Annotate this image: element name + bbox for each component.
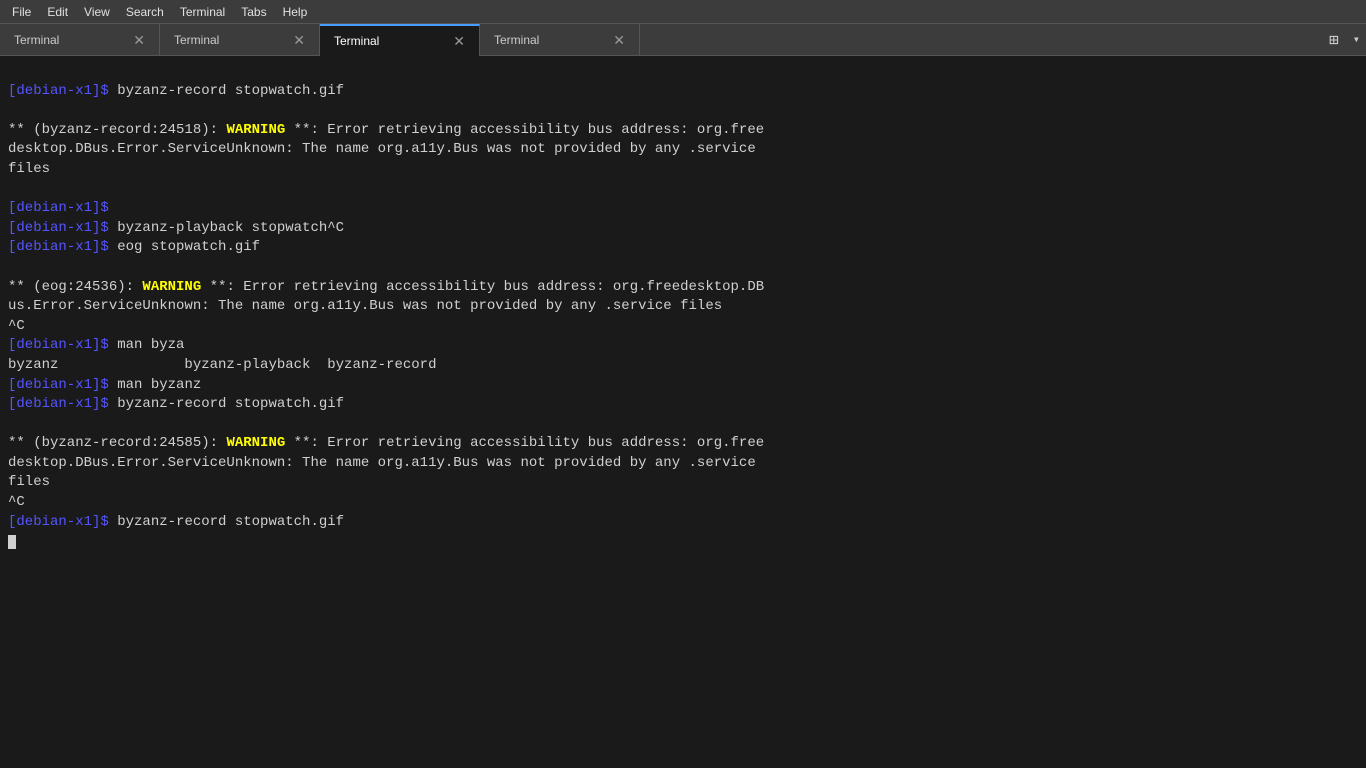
prompt-8: [debian-x1]$ bbox=[8, 514, 109, 530]
tab-4[interactable]: Terminal ✕ bbox=[480, 24, 640, 55]
cmd-3: byzanz-playback stopwatch^C bbox=[109, 220, 344, 236]
menu-tabs[interactable]: Tabs bbox=[233, 3, 274, 21]
warn-line-1a: ** (byzanz-record:24518): bbox=[8, 122, 226, 138]
cmd-5: man byza bbox=[109, 337, 185, 353]
prompt-2: [debian-x1]$ bbox=[8, 200, 109, 216]
cmd-7: byzanz-record stopwatch.gif bbox=[109, 396, 344, 412]
prompt-5: [debian-x1]$ bbox=[8, 337, 109, 353]
terminal-cursor bbox=[8, 535, 16, 549]
terminal-content[interactable]: [debian-x1]$ byzanz-record stopwatch.gif… bbox=[0, 56, 1366, 768]
prompt-7: [debian-x1]$ bbox=[8, 396, 109, 412]
new-tab-button[interactable]: ⊞ bbox=[1321, 24, 1347, 55]
warning-3: WARNING bbox=[226, 435, 285, 451]
tabbar: Terminal ✕ Terminal ✕ Terminal ✕ Termina… bbox=[0, 24, 1366, 56]
warn-line-2a: ** (eog:24536): bbox=[8, 279, 142, 295]
warning-1: WARNING bbox=[226, 122, 285, 138]
autocomplete-line: byzanz byzanz-playback byzanz-record bbox=[8, 357, 436, 373]
prompt-3: [debian-x1]$ bbox=[8, 220, 109, 236]
tab-3-label: Terminal bbox=[334, 34, 379, 48]
tab-4-close[interactable]: ✕ bbox=[613, 33, 625, 47]
ctrl-c-1: ^C bbox=[8, 318, 25, 334]
menubar: File Edit View Search Terminal Tabs Help bbox=[0, 0, 1366, 24]
cmd-8: byzanz-record stopwatch.gif bbox=[109, 514, 344, 530]
tab-3[interactable]: Terminal ✕ bbox=[320, 24, 480, 55]
tab-3-close[interactable]: ✕ bbox=[453, 34, 465, 48]
warn-line-3d: files bbox=[8, 474, 50, 490]
warn-line-2c: us.Error.ServiceUnknown: The name org.a1… bbox=[8, 298, 722, 314]
tab-1-close[interactable]: ✕ bbox=[133, 33, 145, 47]
warning-2: WARNING bbox=[142, 279, 201, 295]
warn-line-1b: **: Error retrieving accessibility bus a… bbox=[285, 122, 764, 138]
menu-terminal[interactable]: Terminal bbox=[172, 3, 233, 21]
menu-search[interactable]: Search bbox=[118, 3, 172, 21]
menu-view[interactable]: View bbox=[76, 3, 118, 21]
tab-1-label: Terminal bbox=[14, 33, 59, 47]
ctrl-c-2: ^C bbox=[8, 494, 25, 510]
prompt-6: [debian-x1]$ bbox=[8, 377, 109, 393]
prompt-1: [debian-x1]$ bbox=[8, 83, 109, 99]
tab-2-label: Terminal bbox=[174, 33, 219, 47]
warn-line-3a: ** (byzanz-record:24585): bbox=[8, 435, 226, 451]
tab-2[interactable]: Terminal ✕ bbox=[160, 24, 320, 55]
tab-dropdown-button[interactable]: ▾ bbox=[1347, 24, 1366, 55]
prompt-4: [debian-x1]$ bbox=[8, 239, 109, 255]
warn-line-3b: **: Error retrieving accessibility bus a… bbox=[285, 435, 764, 451]
warn-line-3c: desktop.DBus.Error.ServiceUnknown: The n… bbox=[8, 455, 756, 471]
tab-1[interactable]: Terminal ✕ bbox=[0, 24, 160, 55]
menu-edit[interactable]: Edit bbox=[39, 3, 76, 21]
warn-line-1d: files bbox=[8, 161, 50, 177]
cmd-1: byzanz-record stopwatch.gif bbox=[109, 83, 344, 99]
tab-4-label: Terminal bbox=[494, 33, 539, 47]
menu-file[interactable]: File bbox=[4, 3, 39, 21]
warn-line-2b: **: Error retrieving accessibility bus a… bbox=[201, 279, 764, 295]
warn-line-1c: desktop.DBus.Error.ServiceUnknown: The n… bbox=[8, 141, 756, 157]
menu-help[interactable]: Help bbox=[275, 3, 316, 21]
cmd-4: eog stopwatch.gif bbox=[109, 239, 260, 255]
cmd-6: man byzanz bbox=[109, 377, 201, 393]
tab-2-close[interactable]: ✕ bbox=[293, 33, 305, 47]
